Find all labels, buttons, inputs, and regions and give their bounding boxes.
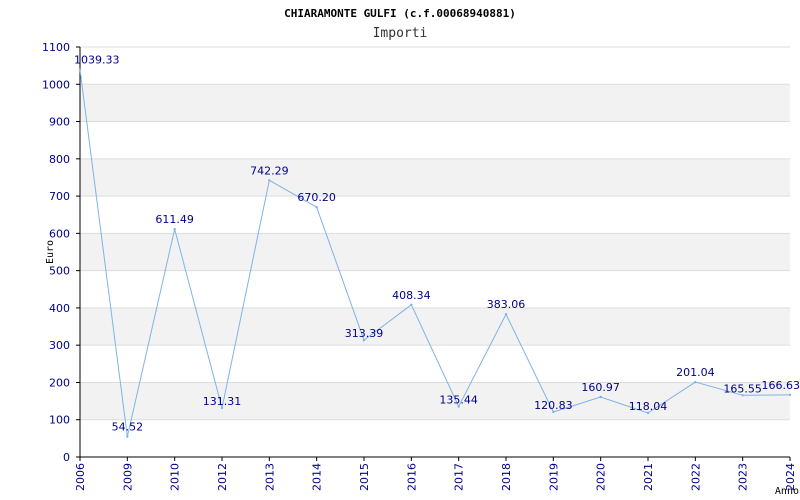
x-tick-label: 2023 (737, 463, 750, 491)
grid-bands (80, 46, 790, 458)
data-label: 118.04 (629, 400, 668, 413)
data-label: 160.97 (581, 381, 620, 394)
grid-band (80, 84, 790, 122)
y-tick-label: 1100 (42, 41, 70, 54)
y-axis-label: Euro (45, 240, 56, 264)
y-tick-label: 800 (49, 153, 70, 166)
grid-band (80, 158, 790, 197)
y-tick-label: 400 (49, 302, 70, 315)
data-label: 131.31 (203, 395, 242, 408)
x-tick-label: 2006 (74, 463, 87, 491)
data-label: 165.55 (723, 382, 762, 395)
data-point (78, 68, 82, 71)
y-tick-label: 1000 (42, 78, 70, 91)
x-tick-label: 2010 (169, 463, 182, 491)
x-axis-ticks: 2006 2009 2010 2012 2013 2014 2015 2016 2017 2018… (74, 457, 797, 491)
data-point (126, 435, 129, 438)
x-tick-label: 2020 (595, 463, 608, 491)
chart-title: CHIARAMONTE GULFI (c.f.00068940881) (284, 7, 516, 20)
data-label: 313.39 (345, 327, 384, 340)
grid-band (80, 307, 790, 346)
data-point (504, 313, 508, 316)
x-tick-label: 2012 (216, 463, 229, 491)
data-label: 742.29 (250, 164, 289, 177)
data-label: 135.44 (439, 394, 478, 407)
data-label: 383.06 (487, 298, 526, 311)
y-tick-label: 700 (49, 190, 70, 203)
x-tick-label: 2014 (311, 463, 324, 491)
y-tick-label: 100 (49, 414, 70, 427)
data-point (694, 380, 697, 384)
x-tick-label: 2015 (358, 463, 371, 491)
x-tick-label: 2018 (500, 463, 513, 491)
data-label: 1039.33 (74, 54, 120, 67)
y-tick-label: 500 (49, 265, 70, 278)
data-point (173, 227, 176, 231)
data-point (599, 395, 602, 399)
x-axis-label: Anno (775, 486, 799, 497)
data-label: 120.83 (534, 399, 573, 412)
line-chart: CHIARAMONTE GULFI (c.f.00068940881) Impo… (42, 7, 800, 497)
x-tick-label: 2021 (642, 463, 655, 491)
y-tick-label: 900 (49, 116, 70, 129)
y-tick-label: 600 (49, 227, 70, 240)
data-label: 670.20 (297, 191, 336, 204)
data-label: 54.52 (112, 421, 144, 434)
x-tick-label: 2009 (121, 463, 134, 491)
x-tick-label: 2016 (405, 463, 418, 491)
data-label: 408.34 (392, 289, 431, 302)
grid-band (80, 382, 790, 420)
x-tick-label: 2013 (263, 463, 276, 491)
data-label: 166.63 (762, 379, 800, 392)
y-tick-label: 0 (63, 451, 70, 464)
x-tick-label: 2017 (453, 463, 466, 491)
y-tick-label: 300 (49, 339, 70, 352)
data-point (315, 205, 318, 209)
data-point (788, 393, 792, 397)
data-label: 201.04 (676, 366, 715, 379)
x-tick-label: 2022 (689, 463, 702, 491)
chart-subtitle: Importi (373, 26, 428, 41)
y-tick-label: 200 (49, 376, 70, 389)
data-point (268, 179, 271, 182)
data-label: 611.49 (155, 213, 194, 226)
x-tick-label: 2019 (547, 463, 560, 491)
data-point (410, 303, 413, 307)
grid-band (80, 233, 790, 271)
